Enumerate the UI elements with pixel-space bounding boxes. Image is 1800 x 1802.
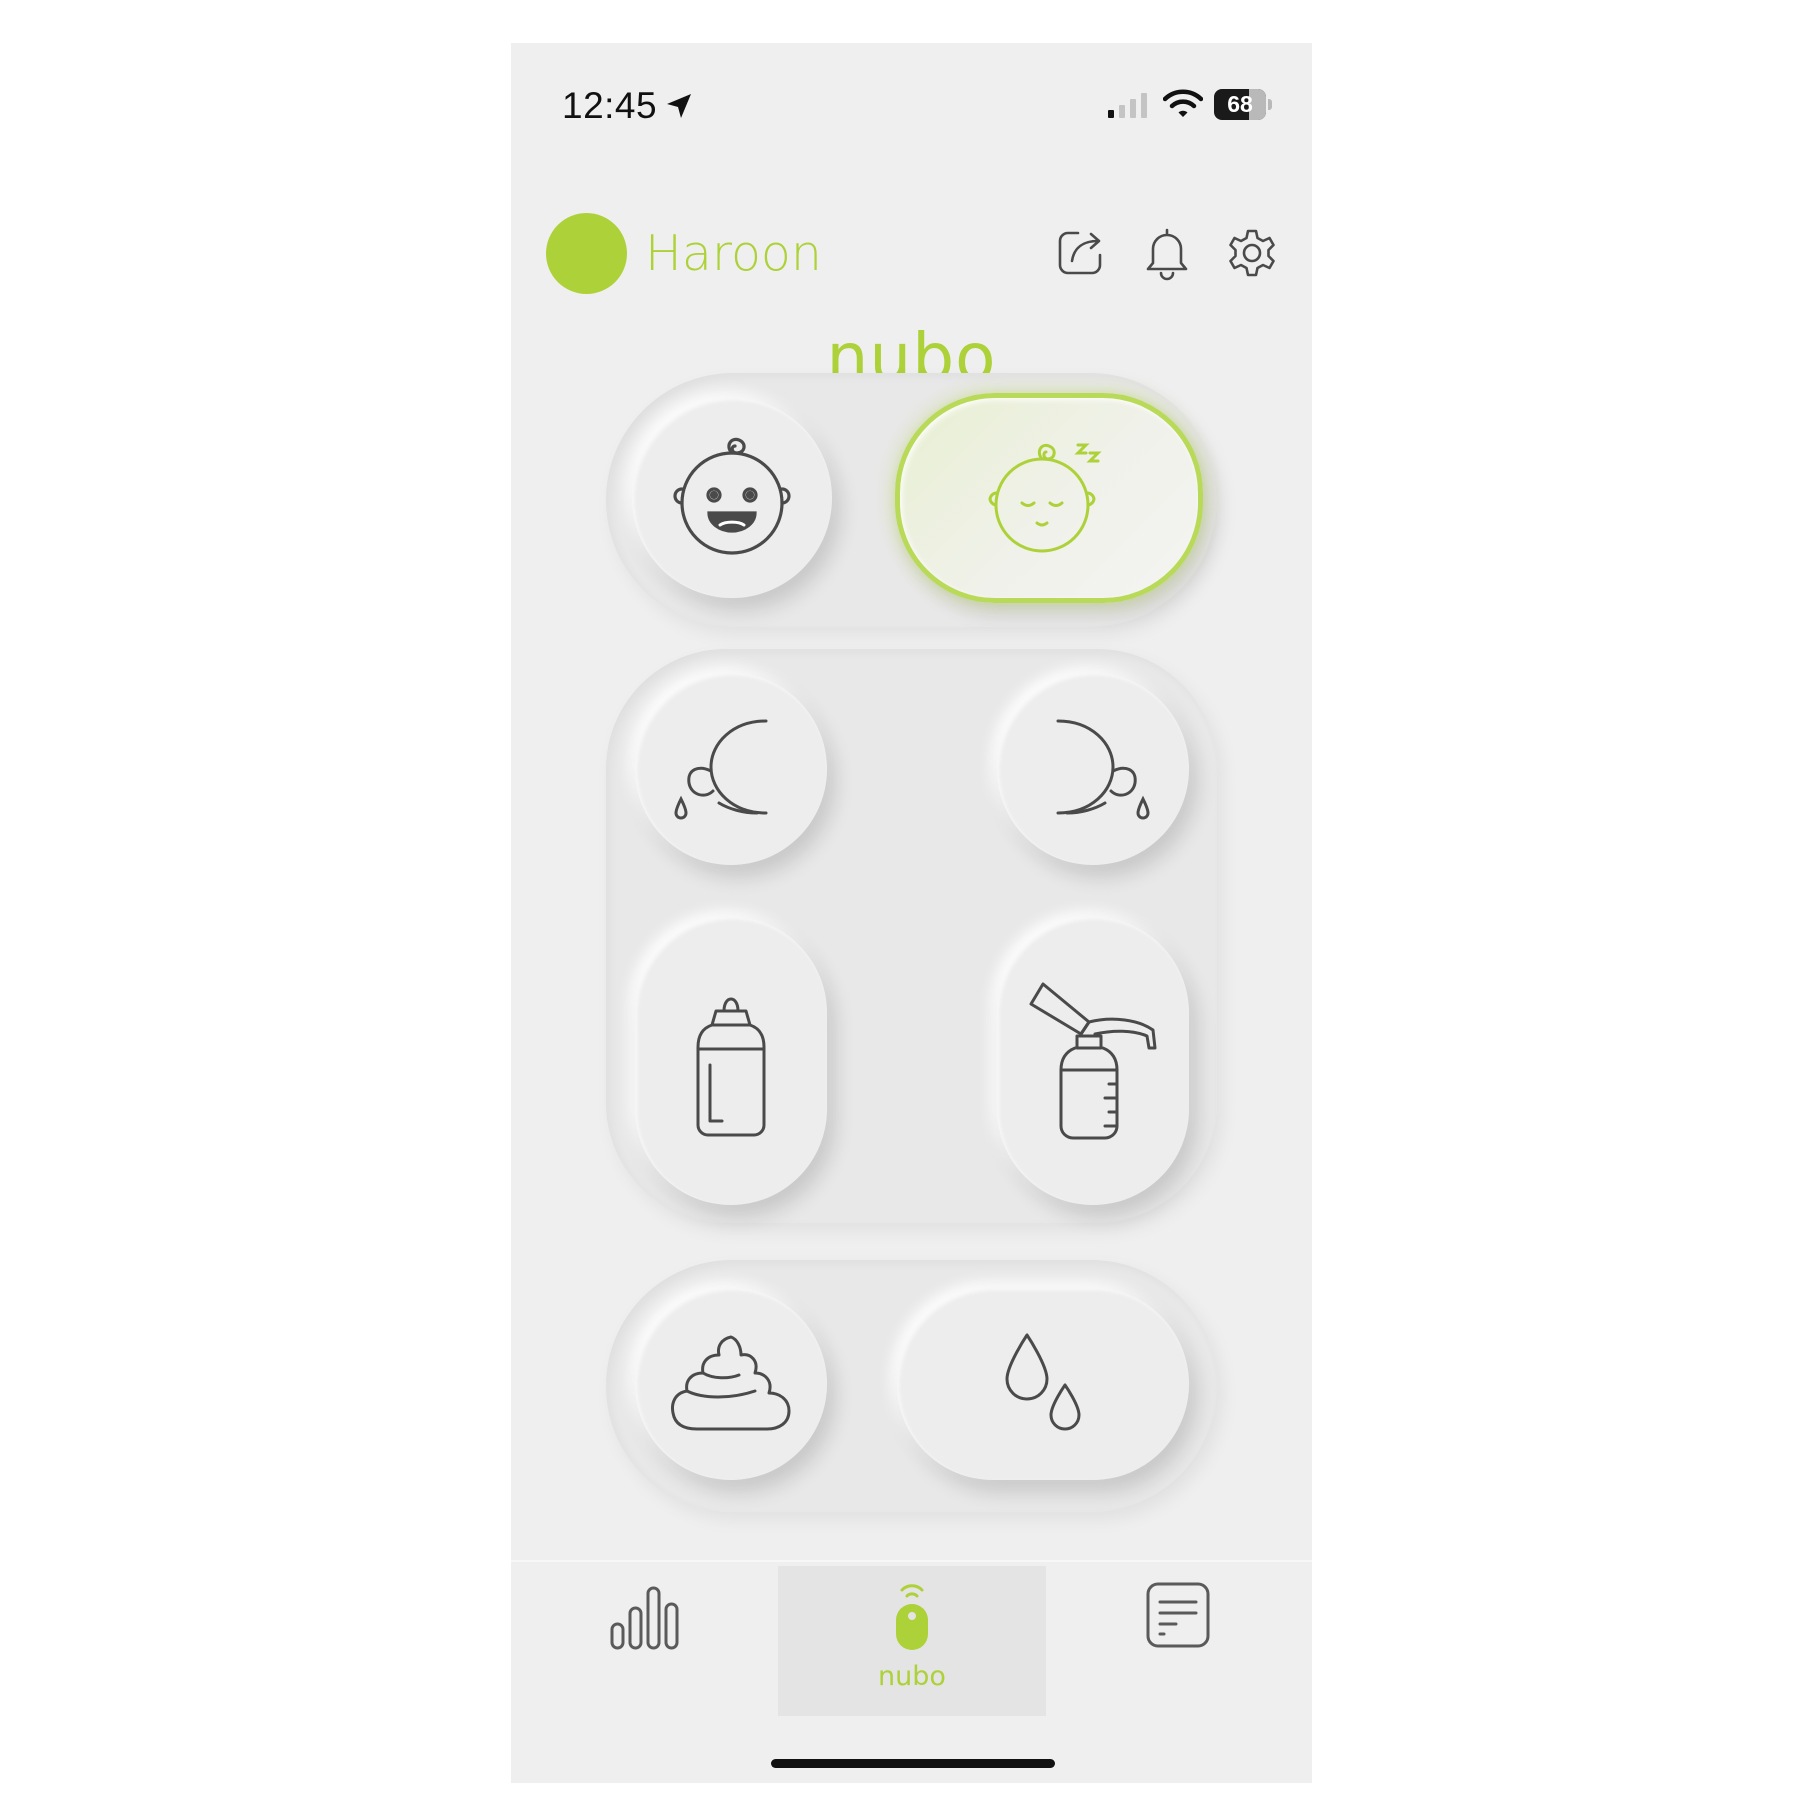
- pump-button[interactable]: [997, 917, 1189, 1205]
- wifi-icon: [1162, 89, 1204, 123]
- bell-icon[interactable]: [1139, 225, 1195, 281]
- tab-bar: nubo: [511, 1560, 1312, 1722]
- poop-button[interactable]: [635, 1288, 827, 1480]
- awake-button[interactable]: [632, 398, 832, 598]
- tab-stats[interactable]: [511, 1566, 778, 1716]
- cellular-signal-icon: [1108, 92, 1152, 122]
- breastfeed-left-icon: [674, 719, 768, 820]
- header: Haroon: [511, 163, 1312, 294]
- avatar[interactable]: [546, 213, 627, 294]
- tab-nubo-label: nubo: [878, 1661, 946, 1692]
- battery-icon: 68: [1214, 89, 1272, 120]
- breastfeed-left-button[interactable]: [635, 673, 827, 865]
- pee-button[interactable]: [897, 1288, 1189, 1480]
- droplets-icon: [1005, 1333, 1081, 1431]
- tab-nubo[interactable]: nubo: [778, 1566, 1046, 1716]
- asleep-button[interactable]: [895, 393, 1203, 603]
- feeding-group: [606, 649, 1217, 1223]
- status-time: 12:45: [562, 85, 658, 126]
- gear-icon[interactable]: [1224, 225, 1280, 281]
- baby-name[interactable]: Haroon: [645, 225, 822, 282]
- breastfeed-right-icon: [1056, 719, 1150, 820]
- phone-screen: 12:45 68 Haroon nubo nubo: [511, 43, 1312, 1783]
- diaper-group: [606, 1260, 1217, 1512]
- remote-device-icon: [896, 1584, 928, 1650]
- location-arrow-icon: [664, 91, 694, 125]
- sleeping-baby-icon: [988, 443, 1102, 553]
- home-indicator[interactable]: [771, 1759, 1055, 1768]
- list-icon: [1146, 1582, 1210, 1648]
- share-icon[interactable]: [1054, 225, 1110, 281]
- tab-log[interactable]: [1046, 1566, 1312, 1716]
- baby-bottle-icon: [696, 997, 766, 1137]
- awake-baby-icon: [673, 437, 791, 555]
- breast-pump-icon: [1029, 982, 1157, 1140]
- bar-chart-icon: [610, 1586, 679, 1650]
- breastfeed-right-button[interactable]: [997, 673, 1189, 865]
- poop-icon: [671, 1335, 791, 1431]
- bottle-button[interactable]: [635, 917, 827, 1205]
- sleep-state-group: [606, 373, 1217, 627]
- battery-percent: 68: [1227, 91, 1253, 117]
- status-bar: 12:45 68: [511, 43, 1312, 163]
